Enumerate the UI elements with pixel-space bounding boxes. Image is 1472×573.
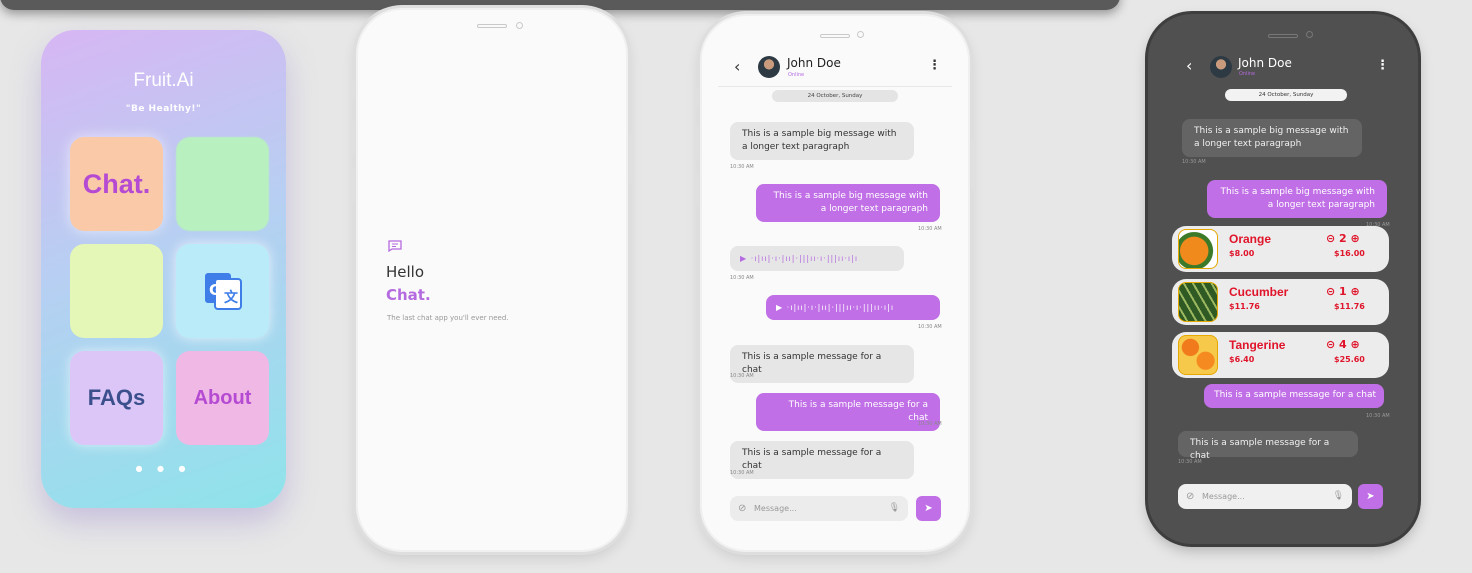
message-time: 10:30 AM bbox=[1182, 159, 1206, 165]
send-button[interactable]: ➤ bbox=[916, 496, 941, 521]
message-incoming[interactable]: This is a sample message for a chat bbox=[730, 345, 914, 383]
splash-subtitle: The last chat app you'll ever need. bbox=[387, 314, 509, 322]
item-total: $16.00 bbox=[1334, 249, 1365, 258]
svg-text:文: 文 bbox=[224, 289, 239, 306]
cucumber-image bbox=[1178, 282, 1218, 322]
message-placeholder: Message... bbox=[1202, 492, 1245, 501]
camera-dot bbox=[516, 22, 523, 29]
message-time: 10:30 AM bbox=[1366, 413, 1390, 419]
app-tagline: "Be Healthy!" bbox=[125, 104, 202, 114]
item-name: Tangerine bbox=[1229, 338, 1286, 352]
quantity-stepper[interactable]: ⊝ 4 ⊕ bbox=[1326, 338, 1360, 351]
send-button[interactable]: ➤ bbox=[1358, 484, 1383, 509]
date-chip: 24 October, Sunday bbox=[772, 90, 898, 102]
page-dots: ● ● ● bbox=[135, 464, 192, 473]
message-time: 10:30 AM bbox=[918, 421, 942, 427]
message-time: 10:30 AM bbox=[730, 275, 754, 281]
chat-brand-text: Chat. bbox=[386, 286, 431, 304]
item-name: Cucumber bbox=[1229, 285, 1289, 299]
contact-status: Online bbox=[788, 72, 805, 78]
more-menu-icon[interactable]: ⋮ bbox=[928, 58, 941, 73]
message-incoming[interactable]: This is a sample message for a chat bbox=[1178, 431, 1358, 461]
blank-tile-yellow[interactable] bbox=[70, 244, 163, 338]
message-time: 10:30 AM bbox=[1178, 459, 1202, 465]
mic-icon[interactable]: 🎙 bbox=[1333, 484, 1344, 509]
side-button bbox=[352, 168, 355, 202]
camera-dot bbox=[857, 31, 864, 38]
blank-tile-green[interactable] bbox=[176, 137, 269, 231]
message-time: 10:30 AM bbox=[730, 470, 754, 476]
hello-text: Hello bbox=[386, 263, 425, 281]
translate-tile[interactable]: G 文 bbox=[176, 244, 269, 338]
date-chip: 24 October, Sunday bbox=[1225, 89, 1347, 101]
mic-icon[interactable]: 🎙 bbox=[889, 496, 900, 521]
side-button bbox=[971, 140, 974, 190]
message-outgoing[interactable]: This is a sample message for a chat bbox=[1204, 384, 1384, 408]
contact-name: John Doe bbox=[787, 56, 841, 70]
item-price: $11.76 bbox=[1229, 302, 1260, 311]
message-time: 10:30 AM bbox=[918, 226, 942, 232]
message-input[interactable]: ⊘ Message... 🎙 bbox=[1178, 484, 1352, 509]
side-button bbox=[629, 134, 632, 184]
message-incoming[interactable]: This is a sample message for a chat bbox=[730, 441, 914, 479]
voice-message-incoming[interactable]: ▶ ·ı|ıı|·ı·|ıı|·|||ıı·ı·|||ıı·ı|ı bbox=[730, 246, 904, 271]
message-time: 10:30 AM bbox=[730, 373, 754, 379]
chat-icon bbox=[388, 240, 402, 252]
app-brand: Fruit.Ai bbox=[133, 70, 194, 91]
quantity-stepper[interactable]: ⊝ 1 ⊕ bbox=[1326, 285, 1360, 298]
message-time: 10:30 AM bbox=[730, 164, 754, 170]
avatar[interactable] bbox=[1210, 56, 1232, 78]
side-button bbox=[352, 80, 355, 100]
orange-image bbox=[1178, 229, 1218, 269]
google-translate-icon: G 文 bbox=[204, 273, 242, 310]
item-price: $6.40 bbox=[1229, 355, 1255, 364]
about-tile[interactable]: About bbox=[176, 351, 269, 445]
message-outgoing[interactable]: This is a sample big message with a long… bbox=[756, 184, 940, 222]
chat-screen-dark: ‹ John Doe Online ⋮ 24 October, Sunday T… bbox=[1148, 14, 1418, 544]
avatar[interactable] bbox=[758, 56, 780, 78]
header-divider bbox=[718, 86, 952, 87]
side-button bbox=[696, 88, 699, 108]
message-placeholder: Message... bbox=[754, 504, 797, 513]
contact-status: Online bbox=[1239, 71, 1256, 77]
quantity-stepper[interactable]: ⊝ 2 ⊕ bbox=[1326, 232, 1360, 245]
speaker-notch bbox=[1268, 34, 1298, 38]
cart-item[interactable]: Tangerine $6.40 ⊝ 4 ⊕ $25.60 bbox=[1172, 332, 1389, 378]
tangerine-image bbox=[1178, 335, 1218, 375]
more-menu-icon[interactable]: ⋮ bbox=[1376, 58, 1389, 73]
back-chevron-icon[interactable]: ‹ bbox=[1186, 56, 1192, 75]
message-time: 10:30 AM bbox=[918, 324, 942, 330]
item-total: $11.76 bbox=[1334, 302, 1365, 311]
chat-screen-light: ‹ John Doe Online ⋮ 24 October, Sunday T… bbox=[696, 14, 974, 552]
item-name: Orange bbox=[1229, 232, 1272, 246]
back-chevron-icon[interactable]: ‹ bbox=[734, 57, 740, 76]
message-outgoing[interactable]: This is a sample message for a chat bbox=[756, 393, 940, 431]
attach-icon[interactable]: ⊘ bbox=[1186, 484, 1194, 509]
message-incoming[interactable]: This is a sample big message with a long… bbox=[730, 122, 914, 160]
voice-message-outgoing[interactable]: ▶ ·ı|ıı|·ı·|ıı|·|||ıı·ı·|||ıı·ı|ı bbox=[766, 295, 940, 320]
svg-text:G: G bbox=[209, 281, 221, 299]
splash-screen: Hello Chat. The last chat app you'll eve… bbox=[352, 8, 632, 552]
contact-name: John Doe bbox=[1238, 56, 1292, 70]
speaker-notch bbox=[820, 34, 850, 38]
launcher-screen: Fruit.Ai "Be Healthy!" Chat. G 文 FAQs Ab… bbox=[41, 30, 286, 508]
side-button bbox=[352, 120, 355, 154]
item-price: $8.00 bbox=[1229, 249, 1255, 258]
camera-dot bbox=[1306, 31, 1313, 38]
faqs-tile[interactable]: FAQs bbox=[70, 351, 163, 445]
message-input[interactable]: ⊘ Message... 🎙 bbox=[730, 496, 908, 521]
message-incoming[interactable]: This is a sample big message with a long… bbox=[1182, 119, 1362, 157]
side-button bbox=[696, 172, 699, 206]
attach-icon[interactable]: ⊘ bbox=[738, 496, 746, 521]
speaker-notch bbox=[477, 24, 507, 28]
side-button bbox=[696, 126, 699, 160]
chat-tile[interactable]: Chat. bbox=[70, 137, 163, 231]
message-outgoing[interactable]: This is a sample big message with a long… bbox=[1207, 180, 1387, 218]
cart-item[interactable]: Orange $8.00 ⊝ 2 ⊕ $16.00 bbox=[1172, 226, 1389, 272]
item-total: $25.60 bbox=[1334, 355, 1365, 364]
cart-item[interactable]: Cucumber $11.76 ⊝ 1 ⊕ $11.76 bbox=[1172, 279, 1389, 325]
